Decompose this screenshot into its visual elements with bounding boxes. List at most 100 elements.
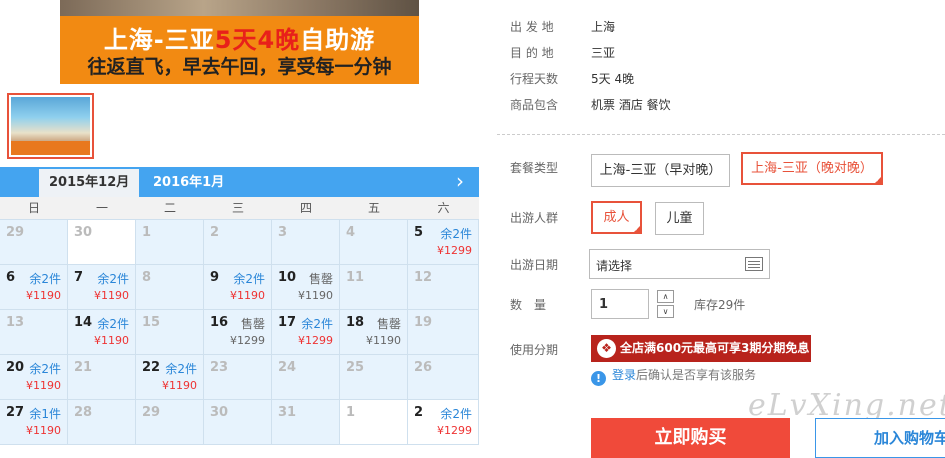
weekday-label: 一 xyxy=(95,201,108,215)
day-number: 6 xyxy=(6,270,16,285)
calendar-grid: 29 30 1 2 3 4 5 余2件 ¥1299 6 余2件 ¥1190 7 余2件 ¥1190 8 9 余2件… xyxy=(0,219,479,445)
day-price: ¥1299 xyxy=(230,334,265,347)
day-number: 28 xyxy=(74,405,93,420)
crowd-option-adult[interactable]: 成人 xyxy=(591,201,642,234)
day-price: ¥1190 xyxy=(94,289,129,302)
calendar-day-cell: 30 xyxy=(68,220,136,265)
calendar-day-cell[interactable]: 9 余2件 ¥1190 xyxy=(204,265,272,310)
info-label: 行程天数 xyxy=(510,72,559,86)
day-number: 30 xyxy=(74,225,93,240)
day-number: 26 xyxy=(414,360,433,375)
thumbnail-selected[interactable] xyxy=(7,93,94,159)
day-stock: 余2件 xyxy=(440,227,472,241)
chevron-right-icon[interactable]: › xyxy=(451,170,469,192)
day-number: 27 xyxy=(6,405,25,420)
login-hint-text: 后确认是否享有该服务 xyxy=(636,368,757,382)
installment-logo-icon: ❖ xyxy=(597,339,616,358)
calendar-day-cell: 13 xyxy=(0,310,68,355)
calendar-day-cell: 1 xyxy=(136,220,204,265)
date-price-calendar: 2015年12月 2016年1月 › 日一二三四五六 29 30 1 2 3 4 5 余2件 ¥… xyxy=(0,167,479,445)
calendar-day-cell: 11 xyxy=(340,265,408,310)
crowd-option-child[interactable]: 儿童 xyxy=(655,202,704,235)
day-price: ¥1299 xyxy=(298,334,333,347)
calendar-day-cell[interactable]: 6 余2件 ¥1190 xyxy=(0,265,68,310)
package-option-late[interactable]: 上海-三亚（晚对晚） xyxy=(741,152,883,185)
calendar-day-cell[interactable]: 16 售罄 ¥1299 xyxy=(204,310,272,355)
day-price: ¥1190 xyxy=(230,289,265,302)
calendar-day-cell: 4 xyxy=(340,220,408,265)
calendar-day-cell[interactable]: 22 余2件 ¥1190 xyxy=(136,355,204,400)
weekday-label: 二 xyxy=(163,201,176,215)
installment-promo-banner[interactable]: ❖ 全店满600元最高可享3期分期免息 xyxy=(591,335,811,362)
stock-text: 库存29件 xyxy=(694,298,746,312)
day-number: 8 xyxy=(142,270,152,285)
login-link[interactable]: 登录 xyxy=(612,368,636,382)
day-number: 1 xyxy=(142,225,152,240)
crowd-label: 出游人群 xyxy=(510,211,559,225)
day-number: 25 xyxy=(346,360,365,375)
tab-month-jan[interactable]: 2016年1月 xyxy=(143,169,234,197)
calendar-day-cell[interactable]: 5 余2件 ¥1299 xyxy=(408,220,479,265)
calendar-day-cell: 29 xyxy=(0,220,68,265)
calendar-day-cell[interactable]: 18 售罄 ¥1190 xyxy=(340,310,408,355)
day-number: 3 xyxy=(278,225,288,240)
package-option-early[interactable]: 上海-三亚（早对晚） xyxy=(591,154,730,187)
info-label: 商品包含 xyxy=(510,98,559,112)
day-stock: 余2件 xyxy=(97,317,129,331)
banner-title-route: 上海-三亚 xyxy=(103,26,215,54)
calendar-day-cell: 15 xyxy=(136,310,204,355)
day-number: 13 xyxy=(6,315,25,330)
weekday-label: 日 xyxy=(27,201,40,215)
calendar-day-cell[interactable]: 20 余2件 ¥1190 xyxy=(0,355,68,400)
date-picker-value: 请选择 xyxy=(596,259,633,273)
product-banner-image: 上海-三亚5天4晚自助游 往返直飞，早去午回，享受每一分钟 xyxy=(60,0,419,84)
info-value: 上海 xyxy=(591,20,616,34)
calendar-day-cell[interactable]: 2 余2件 ¥1299 xyxy=(408,400,479,445)
day-stock: 余2件 xyxy=(165,362,197,376)
date-picker-input[interactable]: 请选择 xyxy=(589,249,770,279)
day-number: 2 xyxy=(414,405,424,420)
calendar-day-cell[interactable]: 10 售罄 ¥1190 xyxy=(272,265,340,310)
day-number: 23 xyxy=(210,360,229,375)
quantity-increase-button[interactable]: ∧ xyxy=(657,290,674,303)
info-value: 三亚 xyxy=(591,46,616,60)
quantity-input[interactable]: 1 xyxy=(591,289,649,319)
info-value: 机票 酒店 餐饮 xyxy=(591,98,671,112)
day-price: ¥1190 xyxy=(26,424,61,437)
banner-photo xyxy=(60,0,419,16)
installment-promo-text: 全店满600元最高可享3期分期免息 xyxy=(620,341,810,355)
login-hint: ! 登录后确认是否享有该服务 xyxy=(591,366,757,386)
day-number: 4 xyxy=(346,225,356,240)
info-label: 目 的 地 xyxy=(510,46,554,60)
calendar-day-cell[interactable]: 14 余2件 ¥1190 xyxy=(68,310,136,355)
day-number: 14 xyxy=(74,315,93,330)
calendar-day-cell[interactable]: 17 余2件 ¥1299 xyxy=(272,310,340,355)
add-to-cart-button[interactable]: 加入购物车 xyxy=(815,418,945,458)
day-number: 16 xyxy=(210,315,229,330)
weekday-label: 三 xyxy=(231,201,244,215)
package-label: 套餐类型 xyxy=(510,161,559,175)
day-price: ¥1190 xyxy=(26,289,61,302)
divider xyxy=(497,134,945,135)
day-number: 12 xyxy=(414,270,433,285)
calendar-day-cell[interactable]: 7 余2件 ¥1190 xyxy=(68,265,136,310)
day-number: 10 xyxy=(278,270,297,285)
calendar-day-cell: 3 xyxy=(272,220,340,265)
beach-thumbnail-image xyxy=(11,97,90,155)
weekday-label: 四 xyxy=(299,201,312,215)
calendar-day-cell: 25 xyxy=(340,355,408,400)
day-number: 22 xyxy=(142,360,161,375)
calendar-day-cell: 12 xyxy=(408,265,479,310)
calendar-icon[interactable] xyxy=(745,257,763,271)
day-stock: 余2件 xyxy=(29,362,61,376)
calendar-day-cell[interactable]: 27 余1件 ¥1190 xyxy=(0,400,68,445)
buy-now-button[interactable]: 立即购买 xyxy=(591,418,790,458)
product-gallery-calendar: 上海-三亚5天4晚自助游 往返直飞，早去午回，享受每一分钟 2015年12月 2… xyxy=(0,0,479,445)
day-number: 7 xyxy=(74,270,84,285)
tab-month-dec[interactable]: 2015年12月 xyxy=(39,169,140,197)
calendar-day-cell: 28 xyxy=(68,400,136,445)
day-stock: 售罄 xyxy=(240,317,265,331)
day-number: 1 xyxy=(346,405,356,420)
weekday-label: 五 xyxy=(367,201,380,215)
quantity-decrease-button[interactable]: ∨ xyxy=(657,305,674,318)
